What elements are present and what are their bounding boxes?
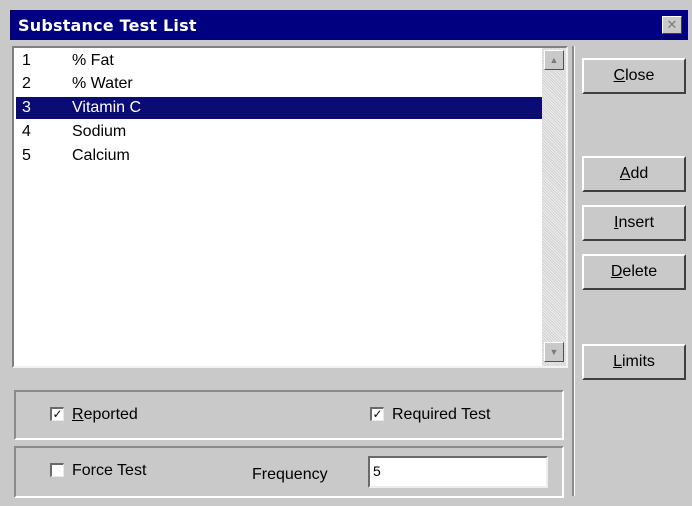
scroll-down-arrow-icon[interactable]: ▼ <box>544 342 564 362</box>
add-button[interactable]: Add <box>582 156 686 192</box>
item-name: Sodium <box>72 123 127 140</box>
item-number: 4 <box>22 123 31 140</box>
vertical-scrollbar[interactable]: ▲ ▼ <box>542 48 566 366</box>
close-label-rest: lose <box>625 67 655 84</box>
item-name: Vitamin C <box>72 99 142 116</box>
list-item[interactable]: 5 Calcium <box>16 145 542 167</box>
limits-mnemonic: L <box>613 353 622 370</box>
insert-button[interactable]: Insert <box>582 205 686 241</box>
window-title: Substance Test List <box>18 16 197 35</box>
delete-button[interactable]: Delete <box>582 254 686 290</box>
force-test-label: Force Test <box>72 462 147 479</box>
list-item[interactable]: 4 Sodium <box>16 121 542 143</box>
substance-list[interactable]: 1 % Fat 2 % Water 3 Vitamin C 4 Sodium 5… <box>12 46 568 368</box>
list-item-selected[interactable]: 3 Vitamin C <box>16 97 542 119</box>
close-button[interactable]: Close <box>582 58 686 94</box>
title-bar: Substance Test List ✕ <box>10 10 688 40</box>
insert-label-rest: nsert <box>618 214 655 231</box>
delete-mnemonic: D <box>610 263 623 280</box>
required-test-label: Required Test <box>392 406 491 423</box>
close-mnemonic: C <box>613 67 626 84</box>
item-name: % Water <box>72 75 133 92</box>
item-name: Calcium <box>72 147 130 164</box>
frequency-label: Frequency <box>252 466 328 483</box>
item-name: % Fat <box>72 52 114 69</box>
item-number: 5 <box>22 147 31 164</box>
add-mnemonic: A <box>619 165 631 182</box>
vertical-divider <box>572 46 574 496</box>
force-test-check-box-icon[interactable] <box>50 463 64 477</box>
limits-label-rest: imits <box>622 353 655 370</box>
limits-button[interactable]: Limits <box>582 344 686 380</box>
reported-label: Reported <box>72 406 138 423</box>
add-label-rest: dd <box>630 165 649 182</box>
scroll-up-arrow-icon[interactable]: ▲ <box>544 50 564 70</box>
substance-test-list-dialog: Substance Test List ✕ 1 % Fat 2 % Water … <box>0 0 692 506</box>
item-number: 1 <box>22 52 31 69</box>
delete-label-rest: elete <box>622 263 658 280</box>
item-number: 3 <box>22 99 31 116</box>
close-icon[interactable]: ✕ <box>662 16 682 34</box>
required-test-check-mark-icon[interactable]: ✓ <box>370 407 384 421</box>
list-content: 1 % Fat 2 % Water 3 Vitamin C 4 Sodium 5… <box>14 48 542 366</box>
list-item[interactable]: 1 % Fat <box>16 50 542 72</box>
list-item[interactable]: 2 % Water <box>16 73 542 95</box>
reported-check-mark-icon[interactable]: ✓ <box>50 407 64 421</box>
frequency-input[interactable]: 5 <box>368 456 548 488</box>
item-number: 2 <box>22 75 31 92</box>
